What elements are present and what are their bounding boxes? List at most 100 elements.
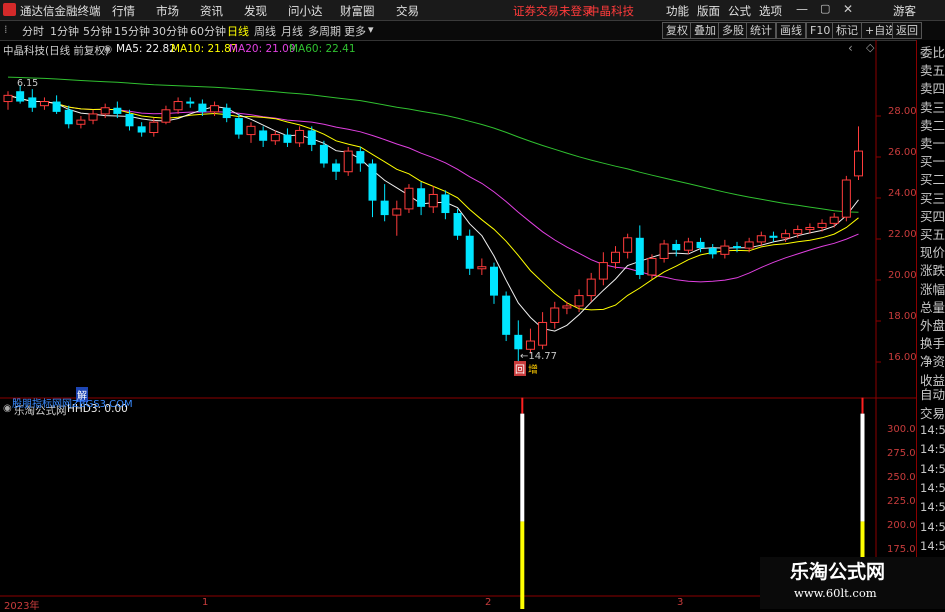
quote-label: 买三 xyxy=(920,190,945,206)
candle-body xyxy=(841,179,851,218)
candle-body xyxy=(76,119,86,125)
period-60min[interactable]: 60分钟 xyxy=(190,23,226,39)
candle-body xyxy=(805,226,815,231)
fuquan-button[interactable]: 复权 xyxy=(662,22,692,39)
close-icon[interactable]: ✕ xyxy=(843,2,853,16)
candle-body xyxy=(39,101,49,107)
candle-body xyxy=(319,144,328,164)
period-30min[interactable]: 30分钟 xyxy=(152,23,188,39)
quote-label: 换手 xyxy=(920,336,945,352)
candle-body xyxy=(173,101,183,111)
menu-jiaoyi[interactable]: 交易 xyxy=(396,3,419,19)
trade-time: 14:56 xyxy=(920,442,945,457)
menu-faxian[interactable]: 发现 xyxy=(244,3,267,19)
candle-body xyxy=(769,235,778,238)
period-1min[interactable]: 1分钟 xyxy=(50,23,79,39)
menu-banmian[interactable]: 版面 xyxy=(697,3,720,19)
candle-body xyxy=(720,245,730,255)
candle-body xyxy=(88,113,98,121)
period-daily[interactable]: 日线 xyxy=(227,23,249,39)
period-15min[interactable]: 15分钟 xyxy=(114,23,150,39)
candle-body xyxy=(343,150,353,173)
candle-body xyxy=(368,163,377,201)
menu-caifuquan[interactable]: 财富圈 xyxy=(340,3,375,19)
period-multi[interactable]: 多周期 xyxy=(308,23,341,39)
candle-body xyxy=(502,295,511,335)
candle-body xyxy=(490,266,498,296)
quote-label: 买二 xyxy=(920,172,945,188)
more-chevron-icon[interactable]: ▾ xyxy=(368,23,374,36)
quote-label: 外盘 xyxy=(920,318,945,333)
quote-label: 卖三 xyxy=(920,99,945,115)
period-monthly[interactable]: 月线 xyxy=(281,23,303,39)
brand-watermark: 乐淘公式网 www.60lt.com xyxy=(760,557,945,609)
app-logo-icon xyxy=(3,3,16,16)
menu-hangqing[interactable]: 行情 xyxy=(112,3,135,19)
biaoji-button[interactable]: 标记 xyxy=(832,22,862,39)
zeng-marker[interactable]: 增 xyxy=(528,361,538,376)
minimize-icon[interactable]: — xyxy=(796,2,808,16)
price-tick: 22.00 xyxy=(888,229,917,240)
candle-body xyxy=(295,129,305,144)
quote-label: 卖四 xyxy=(920,81,945,97)
period-5min[interactable]: 5分钟 xyxy=(83,23,112,39)
candle-body xyxy=(52,101,61,112)
restore-icon[interactable]: ▢ xyxy=(820,2,830,15)
candle-body xyxy=(696,241,705,249)
trade-time: 14:56 xyxy=(920,500,945,515)
indicator-tick: 225.0 xyxy=(887,496,916,507)
menu-gongneng[interactable]: 功能 xyxy=(666,3,689,19)
hui-marker[interactable]: 回 xyxy=(514,361,526,376)
menu-shichang[interactable]: 市场 xyxy=(156,3,179,19)
duogu-button[interactable]: 多股 xyxy=(718,22,748,39)
trade-time: 14:56 xyxy=(920,422,945,437)
app-name: 通达信金融终端 xyxy=(20,4,101,18)
quote-label: 现价 xyxy=(920,245,945,261)
period-more[interactable]: 更多 xyxy=(344,23,366,39)
period-fenshi[interactable]: 分时 xyxy=(22,23,44,39)
x-tick: 3 xyxy=(677,597,684,608)
candle-body xyxy=(598,262,608,280)
candle-body xyxy=(477,266,487,270)
x-tick: 2023年 xyxy=(4,601,40,612)
candle-body xyxy=(3,94,13,103)
menu-xuanxiang[interactable]: 选项 xyxy=(759,3,782,19)
candle-body xyxy=(417,188,426,207)
period-weekly[interactable]: 周线 xyxy=(254,23,276,39)
back-button[interactable]: 返回 xyxy=(892,22,922,39)
candle-body xyxy=(16,91,25,102)
candle-body xyxy=(672,244,681,251)
diejia-button[interactable]: 叠加 xyxy=(690,22,720,39)
indicator-bar-lower xyxy=(520,521,525,609)
tongji-button[interactable]: 统计 xyxy=(746,22,776,39)
indicator-bar-upper xyxy=(860,413,865,522)
huaxian-button[interactable]: 画线 xyxy=(776,22,806,39)
indicator-tick: 175.0 xyxy=(887,544,916,555)
candle-body xyxy=(586,278,596,297)
candle-body xyxy=(270,134,280,142)
candle-body xyxy=(64,109,73,125)
period-toolbar: ⁞ 分时 1分钟 5分钟 15分钟 30分钟 60分钟 日线 周线 月线 多周期… xyxy=(0,21,945,41)
price-tick: 16.00 xyxy=(888,352,917,363)
indicator-settings-icon[interactable]: ◉ xyxy=(3,403,12,414)
kline-chart[interactable] xyxy=(0,40,916,609)
indicator-tick: 300.0 xyxy=(887,424,916,435)
user-label[interactable]: 游客 xyxy=(893,3,916,19)
candle-body xyxy=(756,235,766,243)
candle-body xyxy=(441,194,450,214)
candle-body xyxy=(234,118,243,135)
ma5-line xyxy=(7,94,859,332)
quote-label: 买五 xyxy=(920,227,945,242)
quote-label: 卖一 xyxy=(920,136,945,151)
candle-body xyxy=(453,213,462,236)
menu-wenxiaoda[interactable]: 问小达 xyxy=(288,3,323,19)
menu-gongshi[interactable]: 公式 xyxy=(728,3,751,19)
login-notice[interactable]: 证券交易未登录 xyxy=(513,3,594,19)
candle-body xyxy=(525,340,535,350)
candle-body xyxy=(683,241,693,251)
f10-button[interactable]: F10 xyxy=(806,22,835,39)
menu-zixun[interactable]: 资讯 xyxy=(200,3,223,19)
candle-body xyxy=(623,237,633,253)
candle-body xyxy=(404,187,414,210)
candle-body xyxy=(161,109,171,123)
